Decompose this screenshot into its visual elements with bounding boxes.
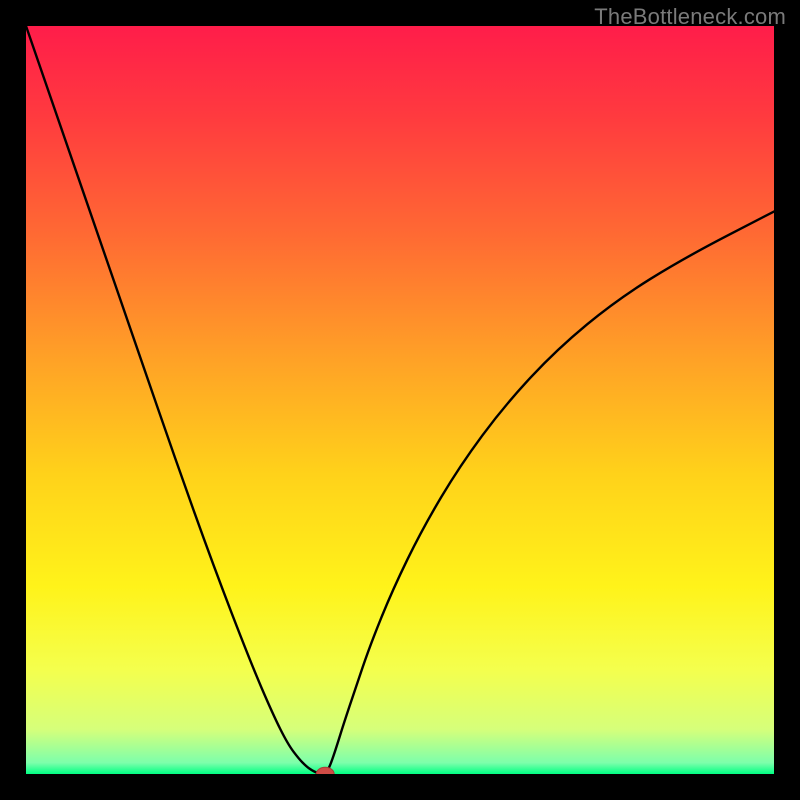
gradient-background: [26, 26, 774, 774]
watermark-text: TheBottleneck.com: [594, 4, 786, 30]
bottleneck-chart: [26, 26, 774, 774]
chart-frame: TheBottleneck.com: [0, 0, 800, 800]
plot-area: [26, 26, 774, 774]
